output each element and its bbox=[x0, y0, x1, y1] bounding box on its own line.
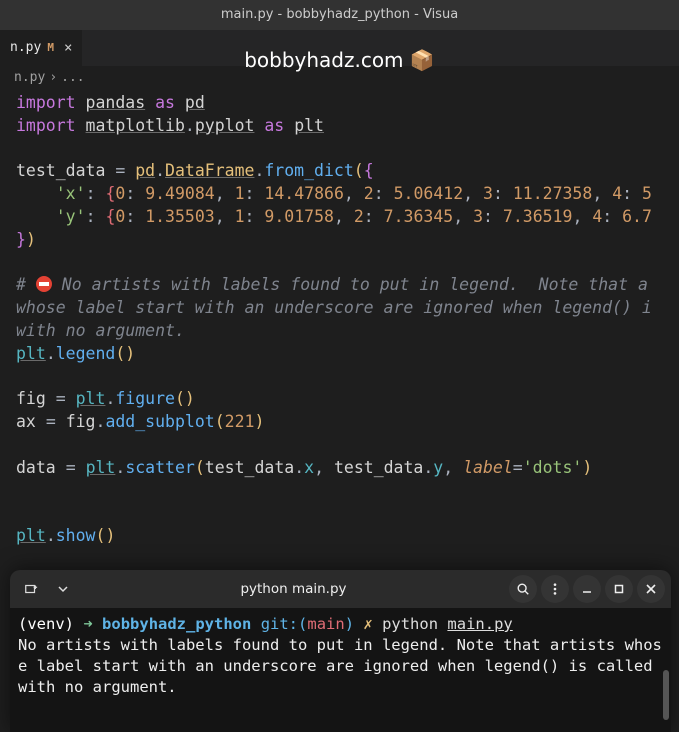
ref-plt: plt bbox=[86, 458, 116, 477]
k: 0 bbox=[115, 207, 125, 226]
no-entry-icon bbox=[36, 276, 52, 292]
k: 1 bbox=[235, 207, 245, 226]
ref-testdata: test_data bbox=[205, 458, 294, 477]
v: 9.01758 bbox=[264, 207, 334, 226]
attr-y: y bbox=[433, 458, 443, 477]
close-button[interactable] bbox=[637, 575, 665, 603]
prompt-arrow-icon: ➜ bbox=[83, 615, 92, 633]
kw-import: import bbox=[16, 93, 76, 112]
window-title: main.py - bobbyhadz_python - Visua bbox=[221, 7, 458, 22]
ref-pd: pd bbox=[135, 161, 155, 180]
tab-modified-badge: M bbox=[47, 41, 54, 54]
breadcrumb-file: n.py bbox=[14, 70, 45, 85]
v: 5.06412 bbox=[394, 184, 464, 203]
cmd-python: python bbox=[382, 615, 438, 633]
var-ax: ax bbox=[16, 412, 36, 431]
attr-x: x bbox=[304, 458, 314, 477]
fn-legend: legend bbox=[56, 344, 116, 363]
v: 5 bbox=[642, 184, 652, 203]
str-dots: 'dots' bbox=[523, 458, 583, 477]
ref-plt: plt bbox=[16, 344, 46, 363]
breadcrumb-separator: › bbox=[49, 70, 57, 85]
comment-line: # No artists with labels found to put in… bbox=[16, 275, 652, 340]
num-221: 221 bbox=[225, 412, 255, 431]
fn-fromdict: from_dict bbox=[264, 161, 353, 180]
class-dataframe: DataFrame bbox=[165, 161, 254, 180]
alias-plt: plt bbox=[294, 116, 324, 135]
key-x: 'x' bbox=[56, 184, 86, 203]
ref-plt: plt bbox=[16, 526, 46, 545]
git-suffix: ) bbox=[345, 615, 354, 633]
scrollbar-thumb[interactable] bbox=[663, 670, 669, 720]
maximize-button[interactable] bbox=[605, 575, 633, 603]
ref-plt: plt bbox=[76, 389, 106, 408]
close-icon[interactable]: × bbox=[60, 40, 76, 56]
fn-figure: figure bbox=[115, 389, 175, 408]
k: 4 bbox=[592, 207, 602, 226]
module-matplotlib: matplotlib bbox=[86, 116, 185, 135]
op-eq: = bbox=[46, 412, 56, 431]
k: 4 bbox=[612, 184, 622, 203]
k: 2 bbox=[354, 207, 364, 226]
prompt-dir: bobbyhadz_python bbox=[102, 615, 251, 633]
terminal-prompt-line: (venv) ➜ bobbyhadz_python git:(main) ✗ p… bbox=[18, 614, 663, 635]
menu-icon[interactable] bbox=[541, 575, 569, 603]
key-y: 'y' bbox=[56, 207, 86, 226]
terminal-header: python main.py bbox=[10, 570, 671, 608]
alias-pd: pd bbox=[185, 93, 205, 112]
op-eq: = bbox=[66, 458, 76, 477]
code-editor[interactable]: import pandas as pd import matplotlib.py… bbox=[0, 88, 679, 552]
editor-tab-main[interactable]: n.py M × bbox=[0, 30, 82, 66]
v: 7.36519 bbox=[503, 207, 573, 226]
k: 1 bbox=[235, 184, 245, 203]
op-eq: = bbox=[56, 389, 66, 408]
cmd-file: main.py bbox=[447, 615, 512, 633]
dropdown-icon[interactable] bbox=[48, 576, 78, 602]
tab-label: n.py bbox=[10, 40, 41, 55]
new-tab-button[interactable] bbox=[16, 576, 46, 602]
k: 2 bbox=[364, 184, 374, 203]
terminal-panel: python main.py (venv) ➜ bobbyhadz_python… bbox=[10, 570, 671, 732]
k: 3 bbox=[483, 184, 493, 203]
v: 14.47866 bbox=[264, 184, 343, 203]
fn-show: show bbox=[56, 526, 96, 545]
k: 3 bbox=[473, 207, 483, 226]
kw-import: import bbox=[16, 116, 76, 135]
v: 9.49084 bbox=[145, 184, 215, 203]
v: 6.7 bbox=[622, 207, 652, 226]
kw-as: as bbox=[155, 93, 175, 112]
breadcrumb-more: ... bbox=[61, 70, 84, 85]
ref-fig: fig bbox=[66, 412, 96, 431]
ref-testdata: test_data bbox=[334, 458, 423, 477]
var-data: data bbox=[16, 458, 56, 477]
fn-addsubplot: add_subplot bbox=[105, 412, 214, 431]
window-title-bar: main.py - bobbyhadz_python - Visua bbox=[0, 0, 679, 30]
v: 1.35503 bbox=[145, 207, 215, 226]
dirty-icon: ✗ bbox=[363, 615, 372, 633]
op-eq: = bbox=[115, 161, 125, 180]
git-prefix: git:( bbox=[261, 615, 308, 633]
v: 11.27358 bbox=[513, 184, 592, 203]
v: 7.36345 bbox=[384, 207, 454, 226]
module-pyplot: pyplot bbox=[195, 116, 255, 135]
terminal-output: No artists with labels found to put in l… bbox=[18, 635, 663, 698]
module-pandas: pandas bbox=[86, 93, 146, 112]
terminal-title: python main.py bbox=[82, 581, 505, 597]
kw-as: as bbox=[264, 116, 284, 135]
k: 0 bbox=[115, 184, 125, 203]
var-fig: fig bbox=[16, 389, 46, 408]
search-icon[interactable] bbox=[509, 575, 537, 603]
breadcrumb[interactable]: n.py › ... bbox=[0, 66, 679, 88]
git-branch: main bbox=[307, 615, 344, 633]
var-testdata: test_data bbox=[16, 161, 105, 180]
param-label: label bbox=[463, 458, 513, 477]
minimize-button[interactable] bbox=[573, 575, 601, 603]
fn-scatter: scatter bbox=[125, 458, 195, 477]
tab-bar: n.py M × bbox=[0, 30, 679, 66]
venv-label: (venv) bbox=[18, 615, 74, 633]
terminal-body[interactable]: (venv) ➜ bobbyhadz_python git:(main) ✗ p… bbox=[10, 608, 671, 704]
